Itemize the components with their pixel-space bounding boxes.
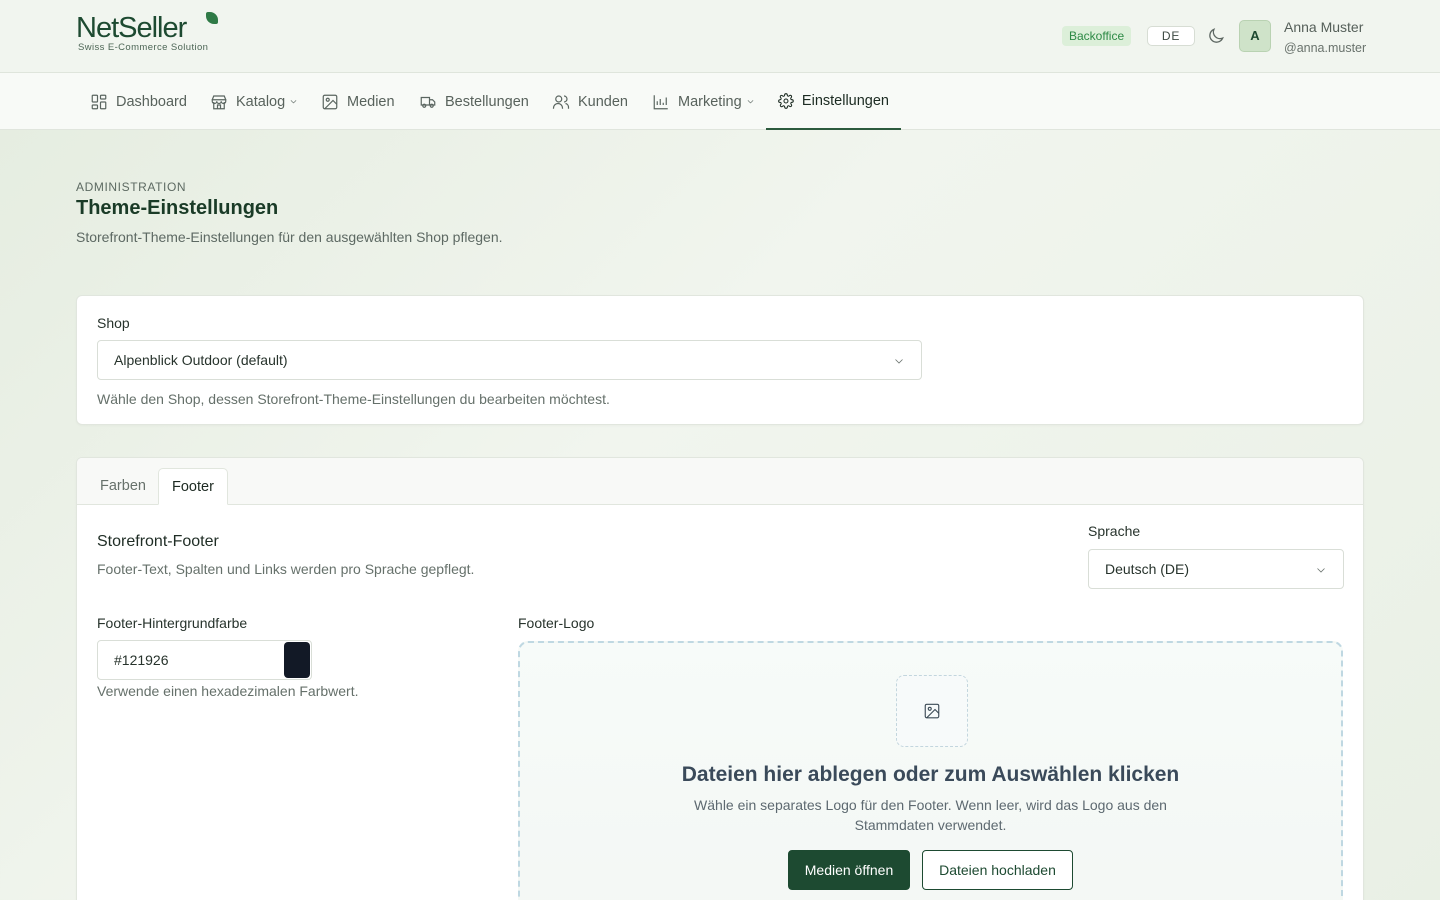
shop-select-value: Alpenblick Outdoor (default) [114,352,288,368]
nav-item-einstellungen[interactable]: Einstellungen [766,73,901,130]
nav-label: Marketing [678,93,742,110]
store-icon [211,94,227,109]
logo-tagline: Swiss E-Commerce Solution [78,42,209,53]
top-header: NetSeller Swiss E-Commerce Solution Back… [0,0,1440,73]
shop-select[interactable]: Alpenblick Outdoor (default) [97,340,922,380]
language-switch[interactable]: DE [1147,26,1195,46]
truck-icon [420,96,436,108]
nav-label: Katalog [236,93,286,110]
user-handle: @anna.muster [1284,41,1367,55]
nav-item-medien[interactable]: Medien [309,73,407,130]
nav-item-kunden[interactable]: Kunden [540,73,640,130]
nav-item-marketing[interactable]: Marketing [640,73,767,130]
chevron-down-icon [1317,568,1325,573]
theme-settings-card: Farben Footer Storefront-Footer Footer-T… [76,457,1364,900]
language-select-value: Deutsch (DE) [1105,561,1190,577]
user-name[interactable]: Anna Muster [1284,19,1363,35]
dropzone-image-placeholder [896,675,968,747]
section-title: Storefront-Footer [97,533,219,550]
language-label: Sprache [1088,523,1141,539]
logo-wordmark: NetSeller [76,12,187,44]
chevron-down-icon [747,100,754,104]
upload-files-button[interactable]: Dateien hochladen [922,850,1073,890]
image-icon [924,703,940,719]
color-swatch[interactable] [284,642,310,678]
chevron-down-icon [290,100,297,104]
dropzone-description: Wähle ein separates Logo für den Footer.… [694,797,1167,833]
footer-bg-help: Verwende einen hexadezimalen Farbwert. [97,683,359,699]
chart-icon [653,94,668,109]
footer-logo-label: Footer-Logo [518,615,595,631]
netseller-logo[interactable]: NetSeller Swiss E-Commerce Solution [76,12,218,53]
tab-farben[interactable]: Farben [87,468,159,505]
users-icon [552,94,570,109]
footer-logo-dropzone[interactable]: Dateien hier ablegen oder zum Auswählen … [518,641,1343,900]
gear-icon [778,92,794,109]
chevron-down-icon [895,359,903,364]
page-title: Theme-Einstellungen [76,197,279,219]
nav-label: Medien [347,93,395,110]
tab-footer[interactable]: Footer [158,468,228,505]
shop-card: Shop Alpenblick Outdoor (default) Wähle … [76,295,1364,425]
nav-label: Bestellungen [445,93,529,110]
nav-item-dashboard[interactable]: Dashboard [78,73,199,130]
avatar[interactable]: A [1239,20,1271,52]
nav-item-bestellungen[interactable]: Bestellungen [407,73,541,130]
dashboard-icon [91,94,107,109]
shop-help-text: Wähle den Shop, dessen Storefront-Theme-… [97,391,610,407]
language-select[interactable]: Deutsch (DE) [1088,549,1344,589]
moon-icon[interactable] [1206,26,1226,46]
main-nav: Dashboard Katalog Medien Bestellungen Ku… [0,73,1440,130]
shop-label: Shop [97,315,130,331]
nav-label: Kunden [578,93,628,110]
breadcrumb-kicker: ADMINISTRATION [76,180,187,194]
dropzone-title: Dateien hier ablegen oder zum Auswählen … [681,763,1180,786]
footer-bg-label: Footer-Hintergrundfarbe [97,615,248,631]
footer-bg-color-input[interactable]: #121926 [97,640,312,680]
nav-label: Dashboard [116,93,187,110]
tab-strip: Farben Footer [77,458,1363,505]
nav-label: Einstellungen [801,92,889,109]
backoffice-badge: Backoffice [1062,26,1132,46]
footer-bg-color-value: #121926 [114,652,169,668]
section-description: Footer-Text, Spalten und Links werden pr… [97,561,475,577]
image-icon [322,94,338,109]
nav-item-katalog[interactable]: Katalog [198,73,310,130]
open-media-button[interactable]: Medien öffnen [788,850,910,890]
page-description: Storefront-Theme-Einstellungen für den a… [76,229,503,245]
